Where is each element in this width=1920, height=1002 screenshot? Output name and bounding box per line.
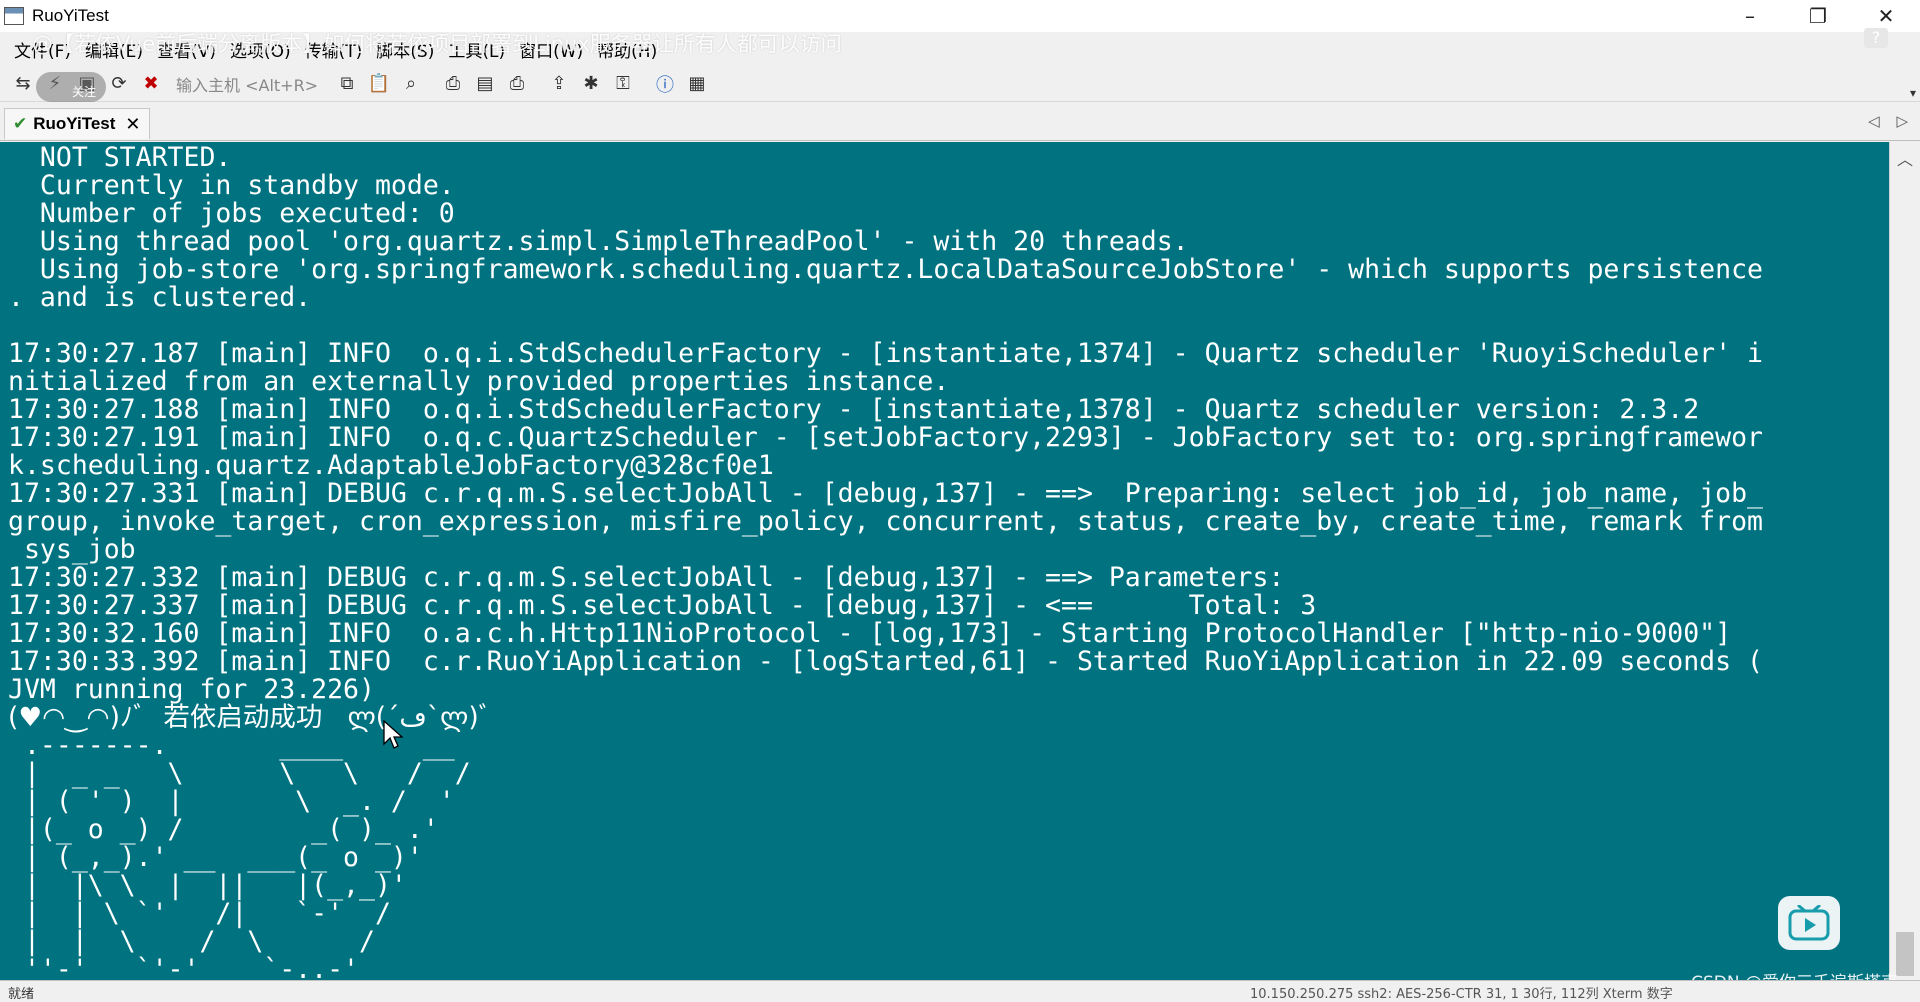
print-setup-icon[interactable]: ⎙: [440, 71, 466, 97]
terminal-line: 17:30:33.392 [main] INFO c.r.RuoYiApplic…: [8, 646, 1763, 677]
session-tab-bar: ✔ RuoYiTest ✕ ◁ ▷: [0, 106, 1920, 141]
terminal-line: Currently in standby mode.: [8, 170, 455, 201]
terminal-line: (♥◠‿◠)ﾉﾞ 若依启动成功 ლ(´ڡ`ლ)ﾞ: [8, 702, 492, 733]
terminal-line: | |\ \ | || |(_,_)': [8, 870, 407, 901]
tab-scroll-arrows[interactable]: ◁ ▷: [1868, 112, 1914, 130]
securecrt-window: RuoYiTest – ❐ ✕ 文件(F) 编辑(E) 查看(V) 选项(O) …: [0, 0, 1920, 1002]
video-title-overlay: @【若依Vue前后端分离版本】如何将若依项目部署到Linux服务器让所有人都可以…: [32, 32, 842, 56]
window-title: RuoYiTest: [32, 6, 109, 25]
status-bar: 就绪 10.150.250.275 ssh2: AES-256-CTR 31, …: [0, 980, 1920, 1002]
paste-icon[interactable]: 📋: [366, 71, 392, 97]
help-question-icon[interactable]: ?: [1864, 28, 1888, 48]
terminal-line: 17:30:27.191 [main] INFO o.q.c.QuartzSch…: [8, 422, 1763, 453]
terminal-scrollbar[interactable]: ︿: [1889, 142, 1920, 980]
terminal-line: 17:30:27.332 [main] DEBUG c.r.q.m.S.sele…: [8, 562, 1301, 593]
sftp-icon[interactable]: ⇪: [546, 71, 572, 97]
find-icon[interactable]: ⌕: [398, 71, 424, 97]
terminal-line: 17:30:27.187 [main] INFO o.q.i.StdSchedu…: [8, 338, 1763, 369]
scroll-up-icon[interactable]: ︿: [1890, 146, 1920, 170]
terminal-line: | | \ / \ /: [8, 926, 375, 957]
print-icon[interactable]: ⎙: [504, 71, 530, 97]
disconnect-icon[interactable]: ✖: [138, 71, 164, 97]
terminal-line: 17:30:27.331 [main] DEBUG c.r.q.m.S.sele…: [8, 478, 1763, 509]
terminal-output[interactable]: NOT STARTED. Currently in standby mode. …: [0, 142, 1889, 980]
key-agent-icon[interactable]: ⚿: [610, 71, 636, 97]
map-icon[interactable]: ▦: [684, 71, 710, 97]
connected-check-icon: ✔: [13, 114, 28, 134]
terminal-line: Using thread pool 'org.quartz.simpl.Simp…: [8, 226, 1189, 257]
terminal-line: group, invoke_target, cron_expression, m…: [8, 506, 1763, 537]
terminal-line: Number of jobs executed: 0: [8, 198, 455, 229]
connect-icon[interactable]: ⇆: [10, 71, 36, 97]
terminal-line: Using job-store 'org.springframework.sch…: [8, 254, 1763, 285]
maximize-button[interactable]: ❐: [1784, 0, 1852, 32]
terminal-line: . and is clustered.: [8, 282, 312, 313]
window-controls: – ❐ ✕: [1716, 0, 1920, 32]
terminal-line: 17:30:32.160 [main] INFO o.a.c.h.Http11N…: [8, 618, 1732, 649]
tab-close-icon[interactable]: ✕: [125, 114, 140, 135]
print-screen-icon[interactable]: ▤: [472, 71, 498, 97]
terminal-line: ''-' `'-' `-..-': [8, 954, 359, 981]
scrollbar-thumb[interactable]: [1896, 932, 1914, 976]
status-connection-info: 10.150.250.275 ssh2: AES-256-CTR 31, 1 3…: [1250, 987, 1673, 1002]
terminal-line: 17:30:27.188 [main] INFO o.q.i.StdSchedu…: [8, 394, 1700, 425]
host-input[interactable]: 输入主机 <Alt+R>: [176, 71, 326, 97]
terminal-line: sys_job: [8, 534, 136, 565]
terminal-line: | (_,_).' __ ___(_ o _)': [8, 842, 423, 873]
terminal-line: k.scheduling.quartz.AdaptableJobFactory@…: [8, 450, 774, 481]
mouse-cursor-icon: [383, 720, 404, 749]
video-play-icon[interactable]: [1778, 896, 1840, 950]
terminal-line: | ( ' ) | \ _. / ': [8, 786, 455, 817]
status-ready: 就绪: [8, 987, 35, 1002]
settings-icon[interactable]: ✱: [578, 71, 604, 97]
follow-badge[interactable]: 关注: [36, 72, 106, 102]
copy-icon[interactable]: ⧉: [334, 71, 360, 97]
terminal-line: |(_ o _) / _( )_ .': [8, 814, 439, 845]
terminal-line: | | \ `' /| `-' /: [8, 898, 391, 929]
toolbar-overflow-icon[interactable]: ▾: [1910, 86, 1916, 100]
app-icon: [4, 7, 24, 25]
terminal-line: 17:30:27.337 [main] DEBUG c.r.q.m.S.sele…: [8, 590, 1317, 621]
tab-label: RuoYiTest: [33, 114, 116, 133]
terminal-line: JVM running for 23.226): [8, 674, 375, 705]
terminal-line: NOT STARTED.: [8, 142, 232, 173]
terminal-line: nitialized from an externally provided p…: [8, 366, 950, 397]
reconnect-icon[interactable]: ⟳: [106, 71, 132, 97]
minimize-button[interactable]: –: [1716, 0, 1784, 32]
toolbar: ⇆ ⚡ ▣ ⟳ ✖ 输入主机 <Alt+R> ⧉ 📋 ⌕ ⎙ ▤ ⎙ ⇪ ✱ ⚿…: [0, 66, 1920, 102]
tab-ruoyitest[interactable]: ✔ RuoYiTest ✕: [4, 108, 150, 139]
help-icon[interactable]: ⓘ: [652, 71, 678, 97]
terminal-line: | _ _ \ \ \ / /: [8, 758, 471, 789]
